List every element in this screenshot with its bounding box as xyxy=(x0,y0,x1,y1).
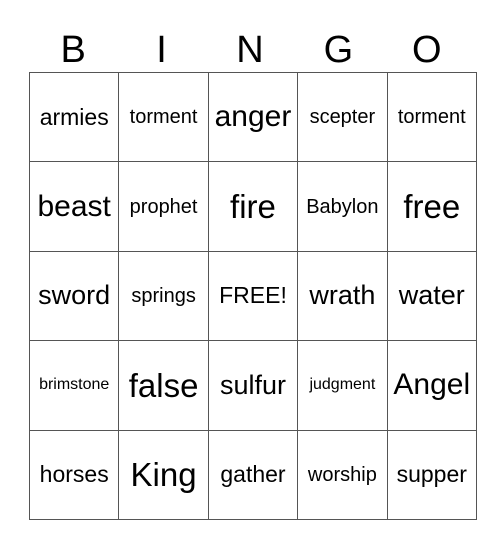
free-space-cell[interactable]: FREE! xyxy=(207,250,299,342)
board-cell[interactable]: Babylon xyxy=(297,161,388,252)
header-letter-g: G xyxy=(323,29,354,71)
header-letter-i: I xyxy=(156,29,167,71)
header-letter-b: B xyxy=(60,29,86,71)
board-row: horses King gather worship supper xyxy=(28,429,477,520)
bingo-header: B I N G O xyxy=(29,28,471,72)
board-cell[interactable]: sword xyxy=(28,250,120,342)
board-cell[interactable]: sulfur xyxy=(207,340,299,431)
bingo-board: armies torment anger scepter torment bea… xyxy=(28,71,477,520)
board-cell[interactable]: Angel xyxy=(386,340,477,431)
board-row: brimstone false sulfur judgment Angel xyxy=(28,340,477,431)
board-cell[interactable]: anger xyxy=(207,71,299,163)
board-cell[interactable]: supper xyxy=(386,429,477,520)
board-cell[interactable]: scepter xyxy=(297,71,388,163)
board-cell[interactable]: torment xyxy=(386,71,477,163)
board-cell[interactable]: water xyxy=(386,250,477,342)
board-cell[interactable]: torment xyxy=(118,71,209,163)
board-cell[interactable]: beast xyxy=(28,161,120,252)
board-cell[interactable]: gather xyxy=(207,429,299,520)
board-row: beast prophet fire Babylon free xyxy=(28,161,477,252)
board-cell[interactable]: false xyxy=(118,340,209,431)
board-row: sword springs FREE! wrath water xyxy=(28,250,477,342)
board-cell[interactable]: free xyxy=(386,161,477,252)
board-row: armies torment anger scepter torment xyxy=(28,71,477,163)
board-cell[interactable]: wrath xyxy=(297,250,388,342)
board-cell[interactable]: brimstone xyxy=(28,340,120,431)
board-cell[interactable]: armies xyxy=(28,71,120,163)
board-cell[interactable]: fire xyxy=(207,161,299,252)
board-cell[interactable]: springs xyxy=(118,250,209,342)
board-cell[interactable]: worship xyxy=(297,429,388,520)
board-cell[interactable]: judgment xyxy=(297,340,388,431)
board-cell[interactable]: King xyxy=(118,429,209,520)
board-cell[interactable]: horses xyxy=(28,429,120,520)
header-letter-o: O xyxy=(411,29,442,71)
header-letter-n: N xyxy=(236,29,264,71)
board-cell[interactable]: prophet xyxy=(118,161,209,252)
